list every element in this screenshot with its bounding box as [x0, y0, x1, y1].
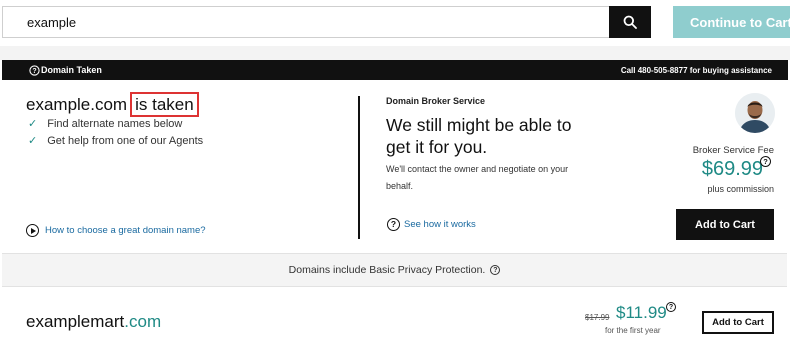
- broker-fee-price: $69.99: [701, 158, 763, 180]
- taken-item-label: Find alternate names below: [47, 117, 183, 130]
- domain-status-label: Domain Taken: [41, 65, 102, 75]
- check-icon: ✓: [28, 135, 38, 147]
- help-circle-icon[interactable]: ?: [666, 302, 676, 312]
- help-circle-icon: ?: [387, 218, 400, 231]
- plus-commission-text: plus commission: [707, 184, 774, 194]
- taken-item: ✓ Find alternate names below: [28, 117, 183, 131]
- result-domain[interactable]: examplemart.com: [26, 312, 161, 332]
- see-how-it-works-link[interactable]: ? See how it works: [387, 218, 476, 231]
- how-to-choose-link[interactable]: How to choose a great domain name?: [26, 224, 206, 237]
- domain-status-bar: ? Domain Taken Call 480-505-8877 for buy…: [2, 60, 788, 80]
- phone-assistance[interactable]: Call 480-505-8877 for buying assistance: [621, 66, 772, 75]
- domain-search-box: [2, 6, 609, 38]
- broker-fee-label: Broker Service Fee: [692, 145, 774, 156]
- how-to-choose-label: How to choose a great domain name?: [45, 225, 206, 236]
- broker-service-label: Domain Broker Service: [386, 96, 486, 106]
- see-how-label: See how it works: [404, 219, 476, 230]
- taken-item-label: Get help from one of our Agents: [47, 134, 204, 147]
- privacy-notice: Domains include Basic Privacy Protection…: [2, 253, 787, 287]
- taken-status-highlight: is taken: [130, 92, 199, 118]
- price-term: for the first year: [605, 326, 661, 335]
- svg-text:?: ?: [32, 68, 36, 75]
- domain-search-input[interactable]: [3, 7, 609, 37]
- broker-headline: We still might be able to get it for you…: [386, 115, 572, 157]
- privacy-notice-text: Domains include Basic Privacy Protection…: [288, 264, 486, 276]
- check-icon: ✓: [28, 118, 38, 130]
- result-add-to-cart-button[interactable]: Add to Cart: [702, 311, 774, 334]
- original-price: $17.99: [585, 313, 610, 322]
- sale-price: $11.99: [616, 303, 667, 322]
- result-domain-tld: .com: [124, 312, 162, 331]
- domain-status: ? Domain Taken: [29, 64, 102, 76]
- domain-result-row: examplemart.com $17.99 $11.99 ? for the …: [0, 288, 790, 358]
- agent-avatar: [735, 93, 775, 133]
- broker-add-to-cart-button[interactable]: Add to Cart: [676, 209, 774, 240]
- help-circle-icon[interactable]: ?: [490, 265, 501, 275]
- taken-domain-title: example.com is taken: [26, 92, 199, 118]
- search-icon: [623, 15, 637, 29]
- broker-description: We'll contact the owner and negotiate on…: [386, 164, 569, 191]
- help-circle-icon: ?: [29, 64, 40, 76]
- taken-domain-name: example.com: [26, 94, 128, 114]
- result-domain-name: examplemart: [26, 312, 125, 331]
- continue-to-cart-button[interactable]: Continue to Cart: [673, 6, 790, 38]
- vertical-divider: [358, 96, 360, 239]
- help-circle-icon[interactable]: ?: [760, 156, 771, 167]
- top-spacer: [0, 46, 790, 60]
- play-icon: [26, 224, 39, 237]
- taken-item: ✓ Get help from one of our Agents: [28, 134, 204, 148]
- search-button[interactable]: [609, 6, 651, 38]
